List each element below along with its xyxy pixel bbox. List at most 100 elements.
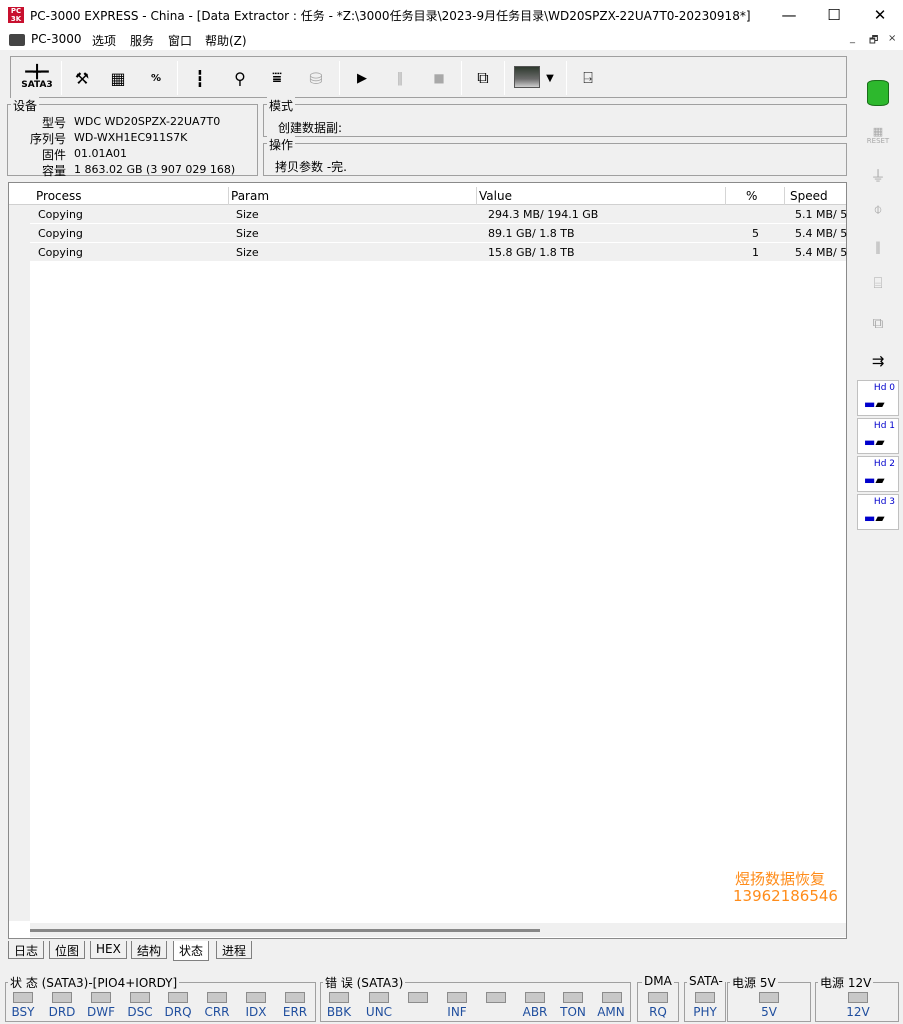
- app-icon[interactable]: PC 3K: [8, 7, 24, 23]
- column-param[interactable]: Param: [231, 189, 269, 203]
- mode-legend: 模式: [267, 97, 296, 114]
- copy-x-icon[interactable]: ⧉: [859, 306, 897, 340]
- head-icon: ▬▰: [864, 511, 885, 525]
- binoculars-icon[interactable]: ⚲: [223, 61, 257, 95]
- tools-icon[interactable]: ⚒: [65, 61, 99, 95]
- exit-icon[interactable]: ⍈: [571, 61, 605, 95]
- toolbar-separator: [177, 61, 178, 95]
- column-divider[interactable]: [476, 187, 477, 205]
- tab-bitmap[interactable]: 位图: [49, 941, 86, 959]
- column-process[interactable]: Process: [36, 189, 82, 203]
- tab-log[interactable]: 日志: [8, 941, 45, 959]
- db-icon[interactable]: ⛁: [299, 61, 333, 95]
- mdi-minimize-button[interactable]: _: [850, 33, 855, 44]
- close-button[interactable]: ✕: [857, 0, 903, 30]
- table-row[interactable]: Copying Size 89.1 GB/ 1.8 TB 5 5.4 MB/ 5: [30, 224, 847, 243]
- dropdown-icon[interactable]: ▼: [540, 61, 560, 95]
- led-inf: [447, 992, 467, 1003]
- menu-window[interactable]: 窗口: [168, 32, 192, 49]
- led-label-bsy: BSY: [11, 1005, 35, 1019]
- maximize-button[interactable]: ☐: [811, 0, 857, 30]
- chip-icon[interactable]: ▦: [101, 61, 135, 95]
- title-bar: PC 3K PC-3000 EXPRESS - China - [Data Ext…: [0, 0, 903, 30]
- table-row[interactable]: Copying Size 15.8 GB/ 1.8 TB 1 5.4 MB/ 5: [30, 243, 847, 262]
- column-speed[interactable]: Speed: [790, 189, 828, 203]
- sata-plug-icon[interactable]: ⇉: [859, 344, 897, 378]
- pause-icon[interactable]: ‖: [383, 61, 417, 95]
- tab-hex[interactable]: HEX: [90, 941, 127, 959]
- row-gutter: [9, 205, 30, 921]
- scan-icon[interactable]: ⩸: [260, 61, 294, 95]
- menu-bar: PC-3000 选项 服务 窗口 帮助(Z) _ 🗗 ×: [0, 30, 903, 50]
- tree-icon[interactable]: ┇: [183, 61, 217, 95]
- scrollbar-thumb[interactable]: [30, 929, 540, 932]
- column-divider[interactable]: [784, 187, 785, 205]
- led-phy: [695, 992, 715, 1003]
- watermark-phone: 13962186546: [733, 887, 838, 905]
- mdi-restore-button[interactable]: 🗗: [869, 33, 878, 50]
- column-value[interactable]: Value: [479, 189, 512, 203]
- window-title: PC-3000 EXPRESS - China - [Data Extracto…: [30, 9, 751, 23]
- column-divider[interactable]: [725, 187, 726, 205]
- cell-percent: 1: [752, 246, 759, 259]
- cell-param: Size: [236, 227, 259, 240]
- toolbar-separator: [339, 61, 340, 95]
- led-label-unc: UNC: [365, 1005, 393, 1019]
- led-label-5v: 5V: [761, 1005, 777, 1019]
- led-12v: [848, 992, 868, 1003]
- pause-icon[interactable]: ‖: [859, 230, 897, 264]
- sata-group: SATA- PHY: [684, 974, 726, 1022]
- chip-reset-icon[interactable]: ⌸: [859, 266, 897, 300]
- play-icon[interactable]: ▶: [345, 61, 379, 95]
- head-2-button[interactable]: Hd 2 ▬▰: [857, 456, 899, 492]
- cell-param: Size: [236, 246, 259, 259]
- minimize-button[interactable]: —: [766, 0, 812, 30]
- tab-process[interactable]: 进程: [216, 941, 253, 959]
- image-icon[interactable]: [514, 66, 540, 88]
- menu-pc3000[interactable]: PC-3000: [31, 32, 81, 46]
- led-label-amn: AMN: [597, 1005, 625, 1019]
- percent-icon[interactable]: %: [139, 61, 173, 95]
- toolbar-separator: [461, 61, 462, 95]
- led-rq: [648, 992, 668, 1003]
- capacity-label: 容量: [42, 164, 67, 178]
- cell-process: Copying: [38, 208, 83, 221]
- menu-help[interactable]: 帮助(Z): [205, 32, 247, 49]
- pc3000-menu-icon[interactable]: [9, 34, 25, 46]
- error-group-title: 错 误 (SATA3): [323, 974, 406, 991]
- led-label-bbk: BBK: [326, 1005, 352, 1019]
- sata-icon[interactable]: ━╋━ SATA3: [17, 61, 57, 95]
- mdi-close-button[interactable]: ×: [888, 33, 896, 44]
- led-drd: [52, 992, 72, 1003]
- tab-status[interactable]: 状态: [173, 941, 210, 961]
- head-icon[interactable]: ⌽: [859, 192, 897, 226]
- database-icon[interactable]: [859, 76, 897, 110]
- head-icon: ▬▰: [864, 473, 885, 487]
- head-3-button[interactable]: Hd 3 ▬▰: [857, 494, 899, 530]
- table-row[interactable]: Copying Size 294.3 MB/ 194.1 GB 5.1 MB/ …: [30, 205, 847, 224]
- head-1-button[interactable]: Hd 1 ▬▰: [857, 418, 899, 454]
- toolbar-separator: [504, 61, 505, 95]
- mode-group: 模式 创建数据副:: [263, 97, 847, 137]
- led-label-12v: 12V: [846, 1005, 870, 1019]
- model-value: WDC WD20SPZX-22UA7T0: [74, 115, 221, 128]
- menu-service[interactable]: 服务: [130, 32, 154, 49]
- menu-options[interactable]: 选项: [92, 32, 116, 49]
- tab-structure[interactable]: 结构: [131, 941, 168, 959]
- led-drq: [168, 992, 188, 1003]
- led-label-phy: PHY: [693, 1005, 717, 1019]
- horizontal-scrollbar[interactable]: [30, 923, 846, 937]
- stop-icon[interactable]: ■: [422, 61, 456, 95]
- column-divider[interactable]: [228, 187, 229, 205]
- dma-group-title: DMA: [642, 974, 674, 988]
- firmware-value: 01.01A01: [74, 147, 128, 160]
- power-icon[interactable]: ⏚: [859, 158, 897, 192]
- led-label-drd: DRD: [48, 1005, 76, 1019]
- led-label-drq: DRQ: [164, 1005, 192, 1019]
- reset-icon[interactable]: ▦ RESET: [859, 118, 897, 152]
- power-12v-group: 电源 12V 12V: [815, 974, 899, 1022]
- led-label-inf: INF: [447, 1005, 467, 1019]
- copy-icon[interactable]: ⧉: [466, 61, 500, 95]
- column-percent[interactable]: %: [746, 189, 757, 203]
- head-0-button[interactable]: Hd 0 ▬▰: [857, 380, 899, 416]
